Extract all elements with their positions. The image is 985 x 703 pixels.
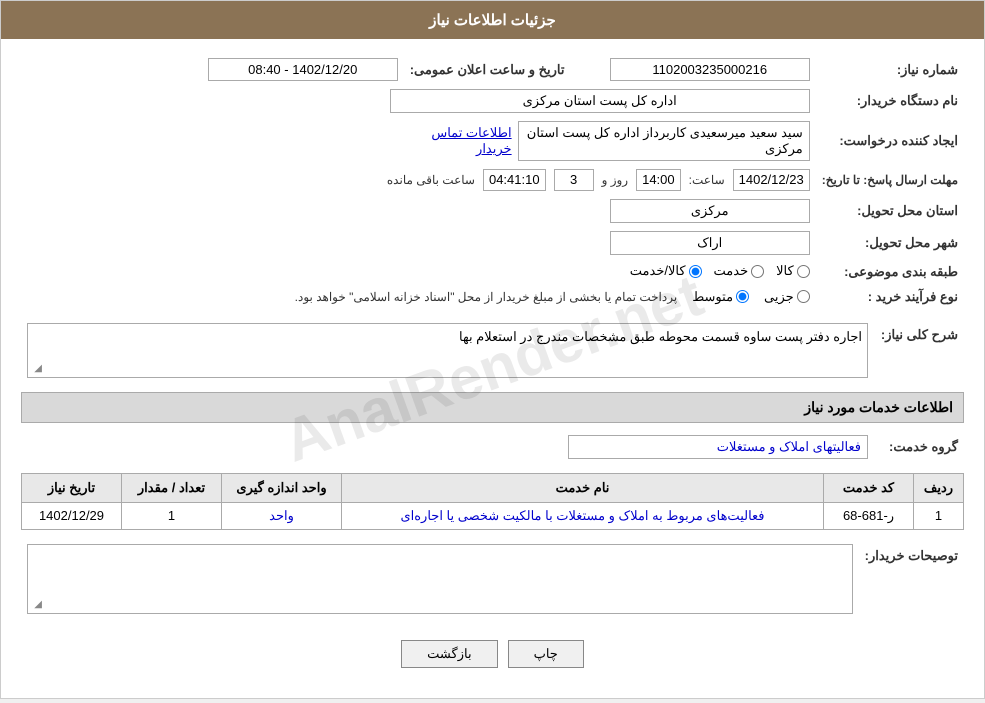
purchase-type-desc: پرداخت تمام یا بخشی از مبلغ خریدار از مح… — [295, 290, 678, 304]
col-unit: واحد اندازه گیری — [222, 473, 342, 502]
description-cell: اجاره دفتر پست ساوه قسمت محوطه طبق مشخصا… — [21, 319, 874, 382]
row-service-name: فعالیت‌های مربوط به املاک و مستغلات با م… — [342, 502, 824, 529]
province-label: استان محل تحویل: — [816, 195, 964, 227]
purchase-type-cell: جزیی متوسط پرداخت تمام یا بخشی از مبلغ خ… — [21, 285, 816, 309]
description-table: شرح کلی نیاز: اجاره دفتر پست ساوه قسمت م… — [21, 319, 964, 382]
deadline-time-label: ساعت: — [689, 173, 725, 187]
row-unit: واحد — [222, 502, 342, 529]
group-value: فعالیتهای املاک و مستغلات — [568, 435, 868, 459]
category-kala-radio[interactable] — [797, 265, 810, 278]
buyer-org-value: اداره کل پست استان مرکزی — [390, 89, 810, 113]
description-label: شرح کلی نیاز: — [874, 319, 964, 382]
province-value: مرکزی — [610, 199, 810, 223]
col-count: تعداد / مقدار — [122, 473, 222, 502]
deadline-day: 3 — [554, 169, 594, 191]
buyer-org-label: نام دستگاه خریدار: — [816, 85, 964, 117]
purchase-type-motavasset-radio[interactable] — [736, 290, 749, 303]
need-number-label: شماره نیاز: — [816, 54, 964, 85]
city-cell: اراک — [21, 227, 816, 259]
city-label: شهر محل تحویل: — [816, 227, 964, 259]
buyer-desc-label: توصیحات خریدار: — [859, 540, 964, 618]
page-header: جزئیات اطلاعات نیاز — [1, 1, 984, 39]
deadline-remaining: 04:41:10 — [483, 169, 546, 191]
deadline-label: مهلت ارسال پاسخ: تا تاریخ: — [816, 165, 964, 195]
buyer-resize-handle: ◢ — [30, 599, 42, 611]
buyer-org-cell: اداره کل پست استان مرکزی — [21, 85, 816, 117]
col-row: ردیف — [914, 473, 964, 502]
page-title: جزئیات اطلاعات نیاز — [429, 12, 556, 29]
services-table: ردیف کد خدمت نام خدمت واحد اندازه گیری ت… — [21, 473, 964, 530]
category-kala-khedmat-label: کالا/خدمت — [630, 263, 686, 279]
creator-label: ایجاد کننده درخواست: — [816, 117, 964, 165]
purchase-type-motavasset-label: متوسط — [692, 289, 733, 305]
col-name: نام خدمت — [342, 473, 824, 502]
buttons-row: چاپ بازگشت — [21, 628, 964, 683]
creator-value: سید سعید میرسعیدی کاربرداز اداره کل پست … — [518, 121, 810, 161]
back-button[interactable]: بازگشت — [401, 640, 497, 668]
purchase-type-label: نوع فرآیند خرید : — [816, 285, 964, 309]
group-cell: فعالیتهای املاک و مستغلات — [21, 431, 874, 463]
description-value: اجاره دفتر پست ساوه قسمت محوطه طبق مشخصا… — [459, 329, 862, 344]
row-count: 1 — [122, 502, 222, 529]
col-code: کد خدمت — [824, 473, 914, 502]
deadline-cell: 1402/12/23 ساعت: 14:00 روز و 3 04:41:10 … — [21, 165, 816, 195]
city-value: اراک — [610, 231, 810, 255]
deadline-remaining-label: ساعت باقی مانده — [387, 173, 475, 187]
buyer-desc-cell: ◢ — [21, 540, 859, 618]
print-button[interactable]: چاپ — [508, 640, 584, 668]
purchase-type-jozi-label: جزیی — [764, 289, 794, 305]
date-value: 1402/12/20 - 08:40 — [208, 58, 398, 81]
date-cell: 1402/12/20 - 08:40 — [21, 54, 404, 85]
main-form-table: شماره نیاز: 1102003235000216 تاریخ و ساع… — [21, 54, 964, 309]
group-table: گروه خدمت: فعالیتهای املاک و مستغلات — [21, 431, 964, 463]
row-date: 1402/12/29 — [22, 502, 122, 529]
col-date: تاریخ نیاز — [22, 473, 122, 502]
category-label: طبقه بندی موضوعی: — [816, 259, 964, 285]
need-number-value: 1102003235000216 — [610, 58, 810, 81]
table-row: 1 ر-681-68 فعالیت‌های مربوط به املاک و م… — [22, 502, 964, 529]
description-box[interactable]: اجاره دفتر پست ساوه قسمت محوطه طبق مشخصا… — [27, 323, 868, 378]
deadline-date: 1402/12/23 — [733, 169, 810, 191]
need-number-cell: 1102003235000216 — [604, 54, 816, 85]
category-kala-khedmat-radio[interactable] — [689, 265, 702, 278]
resize-handle: ◢ — [30, 363, 42, 375]
services-section-header: اطلاعات خدمات مورد نیاز — [21, 392, 964, 423]
date-label: تاریخ و ساعت اعلان عمومی: — [404, 54, 574, 85]
row-number: 1 — [914, 502, 964, 529]
buyer-desc-table: توصیحات خریدار: ◢ — [21, 540, 964, 618]
deadline-time: 14:00 — [636, 169, 681, 191]
purchase-type-jozi-radio[interactable] — [797, 290, 810, 303]
creator-cell: سید سعید میرسعیدی کاربرداز اداره کل پست … — [404, 117, 816, 165]
category-kala-label: کالا — [776, 263, 794, 279]
group-label: گروه خدمت: — [874, 431, 964, 463]
province-cell: مرکزی — [21, 195, 816, 227]
category-khedmat-label: خدمت — [714, 263, 749, 279]
buyer-desc-box[interactable]: ◢ — [27, 544, 853, 614]
category-khedmat-radio[interactable] — [751, 265, 764, 278]
deadline-day-label: روز و — [602, 173, 629, 187]
row-code: ر-681-68 — [824, 502, 914, 529]
contact-link[interactable]: اطلاعات تماس خریدار — [410, 125, 512, 157]
category-cell: کالا خدمت کالا/خدمت — [21, 259, 816, 285]
